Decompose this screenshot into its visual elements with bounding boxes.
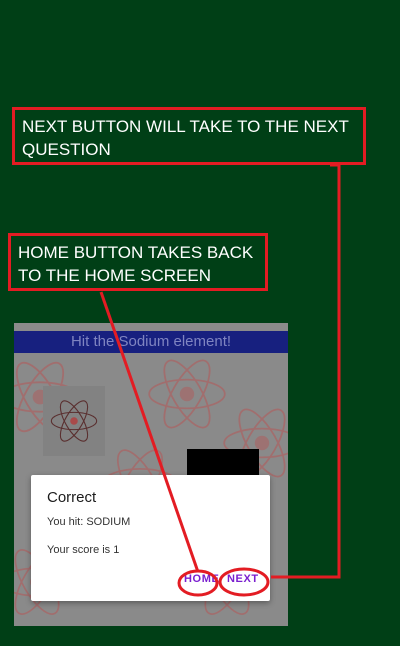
element-target[interactable] [43,386,105,456]
next-button[interactable]: NEXT [227,573,259,585]
dialog-title: Correct [47,489,97,506]
home-button[interactable]: HOME [184,573,219,585]
next-button-callout: NEXT BUTTON WILL TAKE TO THE NEXT QUESTI… [12,107,366,165]
result-dialog: Correct You hit: SODIUM Your score is 1 … [31,475,270,601]
atom-icon [50,400,98,442]
home-button-callout: HOME BUTTON TAKES BACK TO THE HOME SCREE… [8,233,268,291]
score-text: Your score is 1 [47,544,120,556]
dialog-message: You hit: SODIUM [47,516,131,528]
